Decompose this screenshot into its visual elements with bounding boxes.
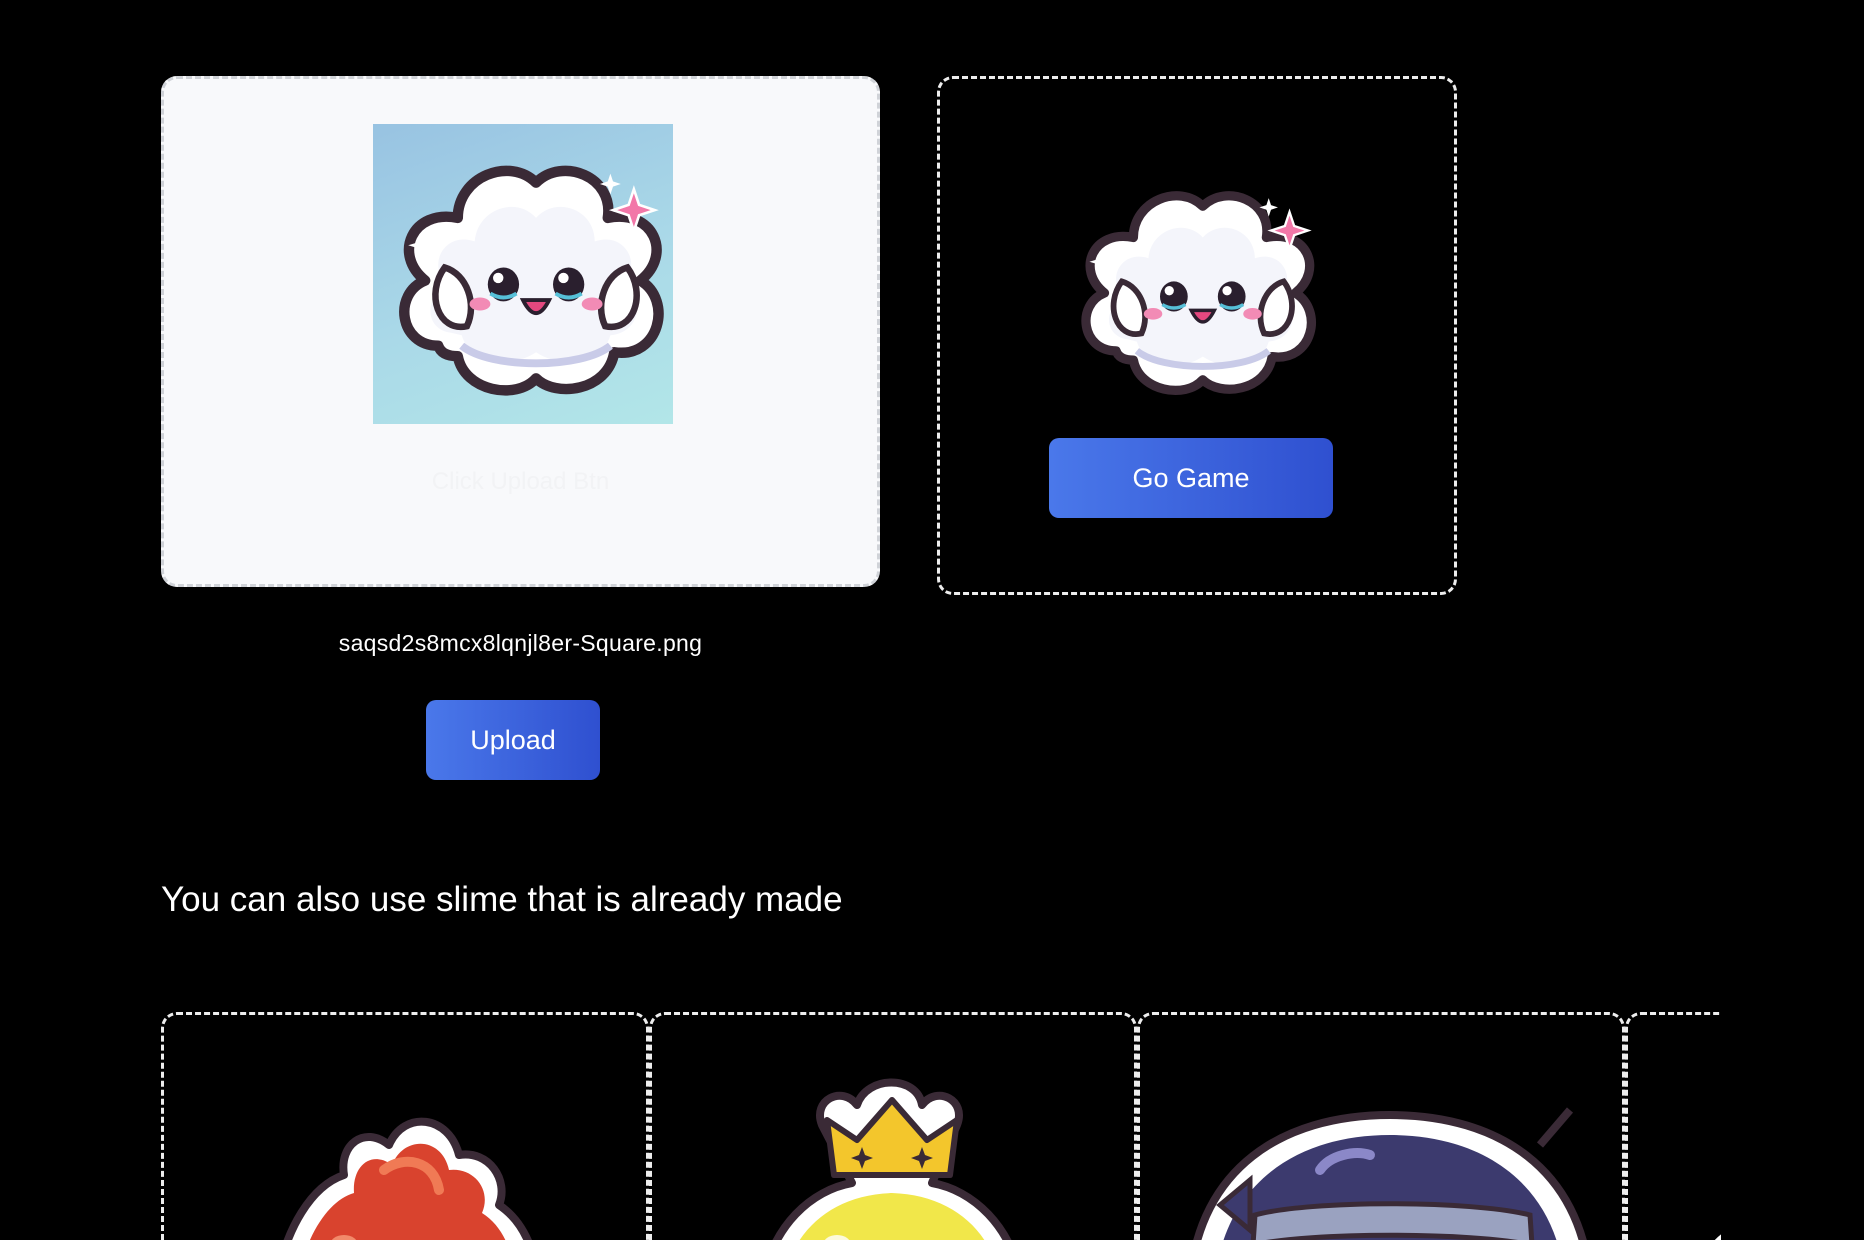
upload-hint-text: Click Upload Btn (431, 468, 610, 495)
ninja-slime-icon (1193, 1107, 1587, 1240)
upload-button[interactable]: Upload (426, 700, 600, 780)
king-slime-icon (772, 1078, 1012, 1240)
cloud-slime-icon (1064, 167, 1330, 419)
preset-slime-card-ninja[interactable] (1137, 1012, 1625, 1240)
red-slime-icon (283, 1117, 532, 1240)
preset-slime-card-red[interactable] (161, 1012, 649, 1240)
preset-slime-card-king[interactable] (649, 1012, 1137, 1240)
slime-icon (1714, 1234, 1721, 1240)
slime-preview-panel: Go Game (937, 76, 1457, 595)
gallery-title: You can also use slime that is already m… (161, 880, 843, 919)
go-game-button[interactable]: Go Game (1049, 438, 1333, 518)
preset-slime-card-4[interactable] (1625, 1012, 1721, 1240)
selected-file-name: saqsd2s8mcx8lqnjl8er-Square.png (338, 630, 703, 656)
upload-dropzone[interactable]: Click Upload Btn (161, 76, 880, 587)
uploaded-image-preview (373, 124, 673, 424)
cloud-slime-icon (373, 124, 673, 424)
preset-slime-gallery (161, 1012, 1721, 1240)
